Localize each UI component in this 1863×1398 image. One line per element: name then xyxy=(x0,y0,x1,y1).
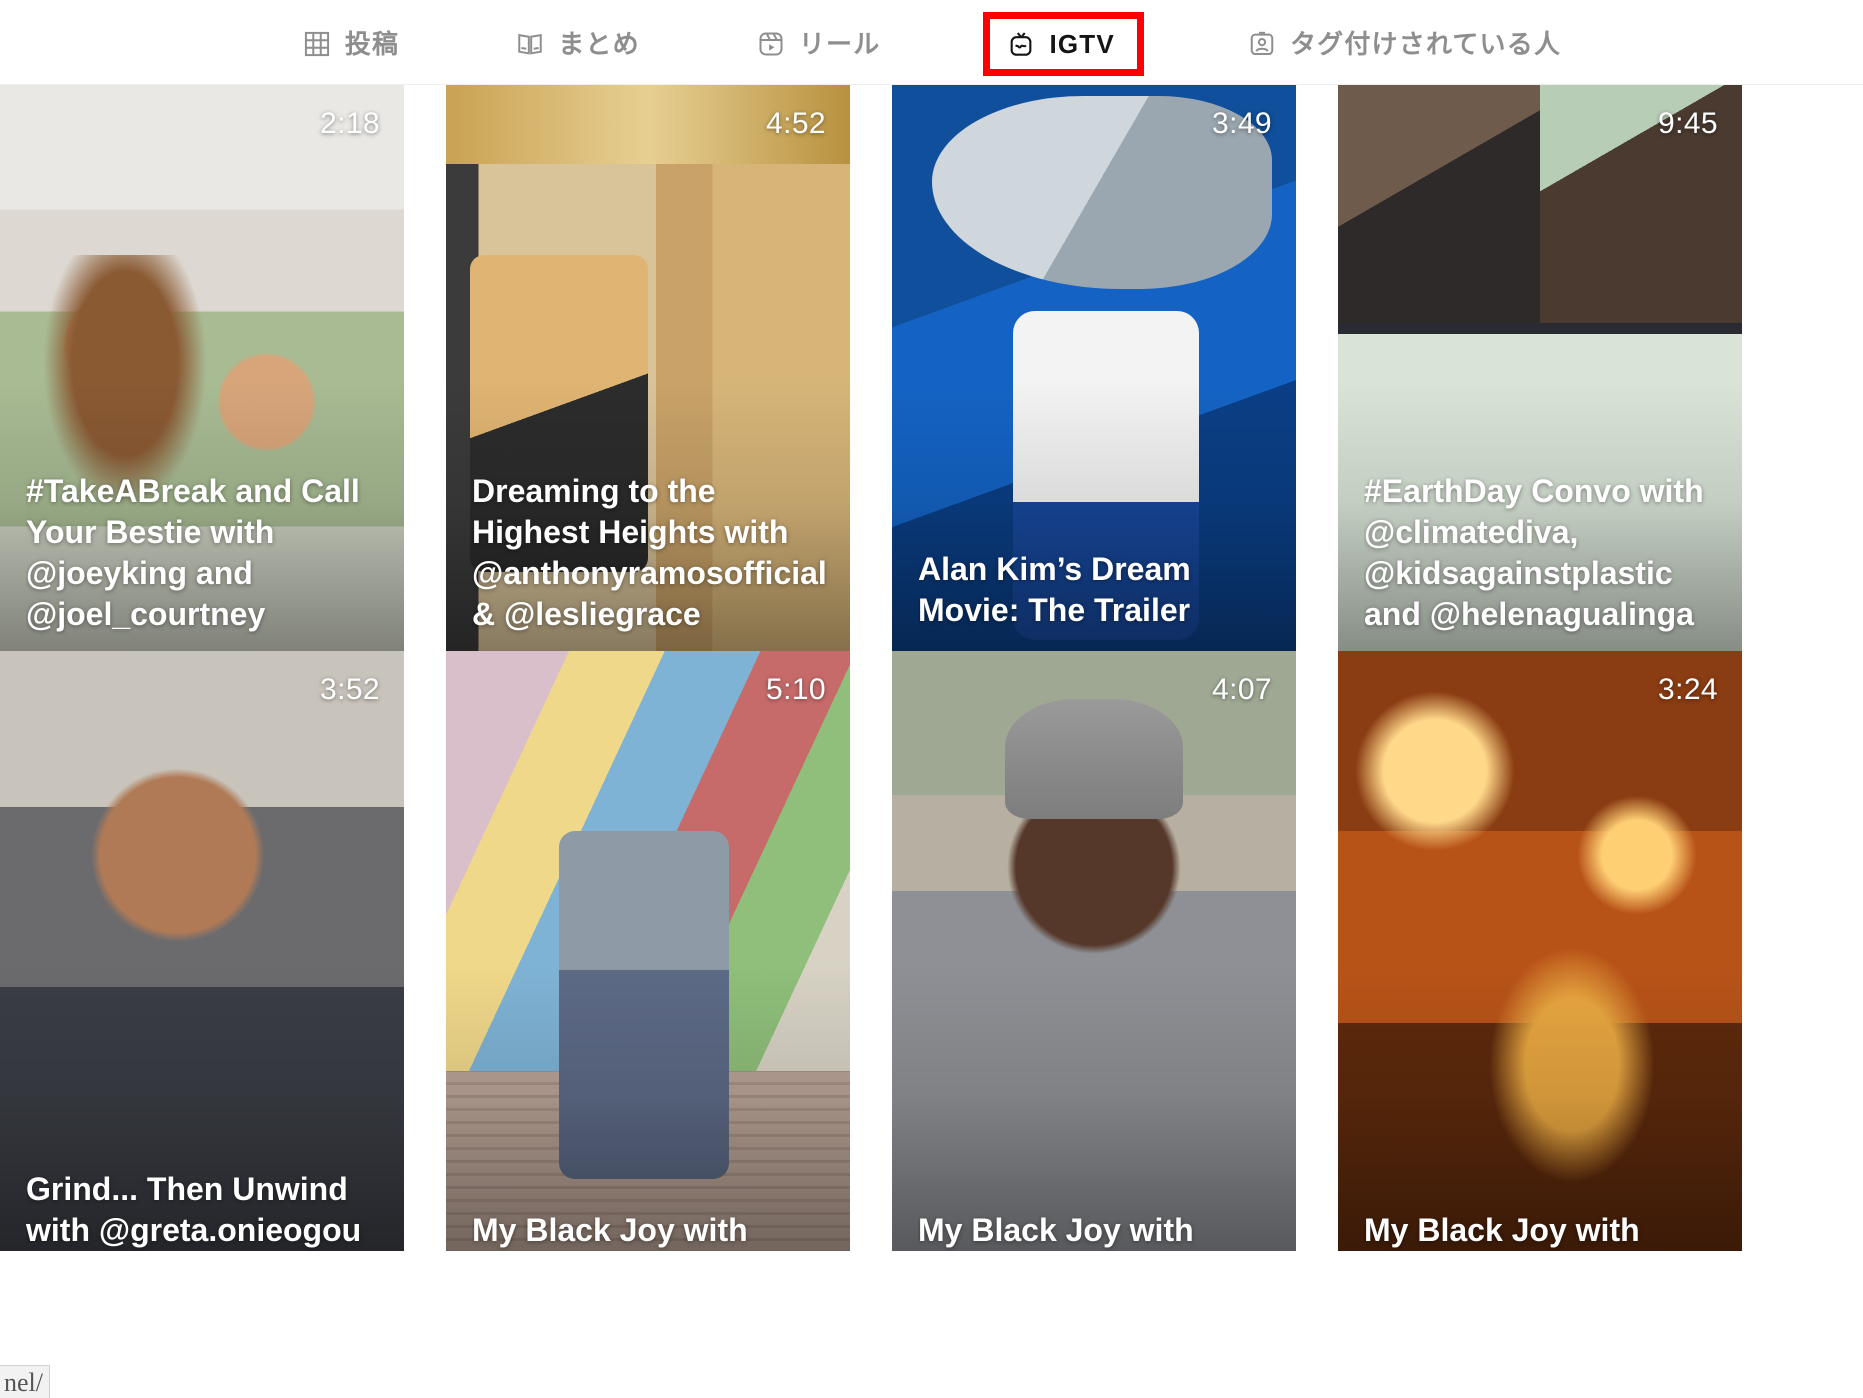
corner-overlay-chip: nel/ xyxy=(0,1365,50,1398)
thumbnail-scrim xyxy=(1338,651,1742,1251)
igtv-video-card[interactable]: 9:45 #EarthDay Convo with @climatediva, … xyxy=(1338,85,1742,651)
reels-icon xyxy=(756,29,786,59)
book-icon xyxy=(515,29,545,59)
thumbnail-scrim xyxy=(446,651,850,1251)
igtv-video-grid-row-1: 2:18 #TakeABreak and Call Your Bestie wi… xyxy=(0,85,1863,651)
igtv-video-card[interactable]: 3:49 Alan Kim’s Dream Movie: The Trailer xyxy=(892,85,1296,651)
tab-igtv-label: IGTV xyxy=(1049,29,1115,59)
igtv-video-card[interactable]: 2:18 #TakeABreak and Call Your Bestie wi… xyxy=(0,85,404,651)
video-caption: #TakeABreak and Call Your Bestie with @j… xyxy=(26,473,360,633)
video-caption: Dreaming to the Highest Heights with @an… xyxy=(472,473,827,633)
video-caption: Alan Kim’s Dream Movie: The Trailer xyxy=(918,551,1191,629)
grid-icon xyxy=(302,29,332,59)
tab-posts[interactable]: 投稿 xyxy=(296,21,405,67)
tab-reels-label: リール xyxy=(798,29,881,59)
igtv-video-card[interactable]: 3:24 My Black Joy with xyxy=(1338,651,1742,1251)
thumbnail-scrim xyxy=(0,651,404,1251)
video-caption: #EarthDay Convo with @climatediva, @kids… xyxy=(1364,473,1704,633)
video-duration: 5:10 xyxy=(766,673,826,706)
igtv-video-card[interactable]: 4:52 Dreaming to the Highest Heights wit… xyxy=(446,85,850,651)
video-caption: My Black Joy with xyxy=(918,1212,1194,1249)
video-caption: My Black Joy with xyxy=(472,1212,748,1249)
tab-guides-label: まとめ xyxy=(558,29,640,59)
tab-tagged[interactable]: タグ付けされている人 xyxy=(1241,21,1567,67)
igtv-video-card[interactable]: 4:07 My Black Joy with xyxy=(892,651,1296,1251)
video-duration: 4:07 xyxy=(1212,673,1272,706)
tab-igtv[interactable]: IGTV xyxy=(983,12,1144,76)
video-duration: 9:45 xyxy=(1658,107,1718,140)
video-duration: 3:24 xyxy=(1658,673,1718,706)
video-duration: 3:52 xyxy=(320,673,380,706)
tab-guides[interactable]: まとめ xyxy=(509,21,646,67)
igtv-video-card[interactable]: 5:10 My Black Joy with xyxy=(446,651,850,1251)
video-duration: 3:49 xyxy=(1212,107,1272,140)
tab-posts-label: 投稿 xyxy=(344,29,400,59)
igtv-icon xyxy=(1006,29,1036,59)
tab-tagged-label: タグ付けされている人 xyxy=(1289,29,1562,59)
video-caption: My Black Joy with xyxy=(1364,1212,1640,1249)
igtv-video-card[interactable]: 3:52 Grind... Then Unwind with @greta.on… xyxy=(0,651,404,1251)
tab-reels[interactable]: リール xyxy=(750,21,887,67)
profile-tab-bar: 投稿 まとめ リール IGTV タグ付けされている人 xyxy=(0,0,1863,85)
video-duration: 2:18 xyxy=(320,107,380,140)
thumbnail-scrim xyxy=(892,651,1296,1251)
video-duration: 4:52 xyxy=(766,107,826,140)
tagged-person-icon xyxy=(1247,29,1277,59)
igtv-video-grid-row-2: 3:52 Grind... Then Unwind with @greta.on… xyxy=(0,651,1863,1251)
video-caption: Grind... Then Unwind with @greta.onieogo… xyxy=(26,1171,362,1249)
